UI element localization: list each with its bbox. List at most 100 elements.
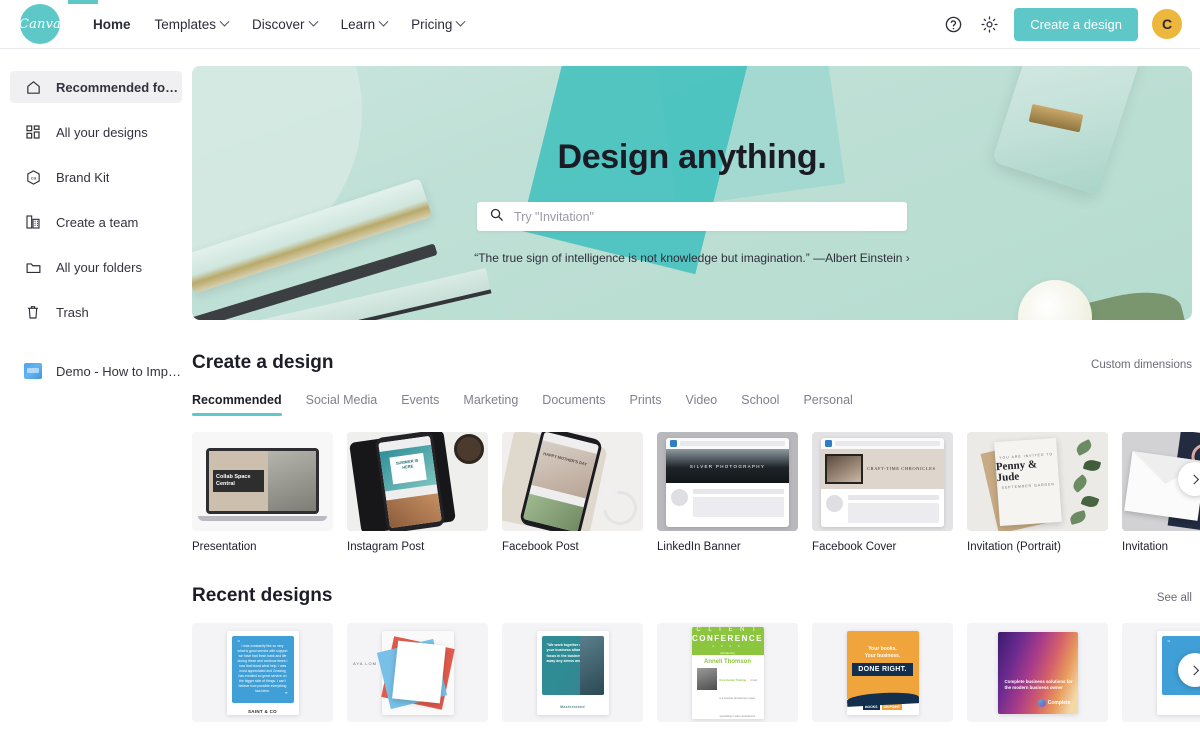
design-thumbnail-icon: [24, 362, 42, 380]
sidebar-item-label: Brand Kit: [56, 169, 110, 185]
tab-prints[interactable]: Prints: [630, 393, 662, 416]
tab-social-media[interactable]: Social Media: [306, 393, 378, 416]
card-thumbnail: SUMMER IS HERE: [347, 432, 488, 531]
chevron-down-icon: [219, 16, 230, 27]
nav-link-pricing-label: Pricing: [411, 16, 453, 32]
design-type-card-facebook-cover[interactable]: CRAFT-TIME CHRONICLES Facebook Cover: [812, 432, 953, 553]
tab-personal[interactable]: Personal: [803, 393, 852, 416]
recent-designs-title: Recent designs: [192, 585, 333, 606]
hero-search-box[interactable]: [477, 202, 907, 231]
card-thumbnail: CRAFT-TIME CHRONICLES: [812, 432, 953, 531]
sidebar-item-label: All your folders: [56, 259, 142, 275]
chevron-down-icon: [308, 16, 319, 27]
main-content: Design anything. “The true sign of intel…: [192, 49, 1200, 738]
sidebar-item-trash[interactable]: Trash: [10, 296, 182, 328]
recent-design-card[interactable]: "We work together and grow your business…: [502, 623, 643, 722]
card-label: LinkedIn Banner: [657, 541, 741, 553]
card-thumbnail: C L I E N T CONFERENCE 2 0 2 0 introduci…: [657, 623, 798, 722]
thumb-art-role: Kore Gender Training: [719, 678, 747, 682]
nav-right-group: Create a design C: [942, 7, 1182, 41]
tab-recommended[interactable]: Recommended: [192, 393, 282, 416]
thumb-art-text: Penny & Jude: [995, 458, 1038, 485]
canva-logo[interactable]: Canva: [19, 4, 61, 44]
thumb-art-text: HAPPY MOTHER'S DAY: [542, 450, 588, 467]
home-icon: [24, 78, 42, 96]
sidebar-item-label: Demo - How to Improve C...: [56, 363, 182, 379]
recent-design-card[interactable]: “ I was constantly like so very what is …: [192, 623, 333, 722]
create-design-tabs: Recommended Social Media Events Marketin…: [192, 393, 1200, 416]
tab-documents[interactable]: Documents: [542, 393, 605, 416]
nav-link-templates[interactable]: Templates: [143, 11, 241, 38]
nav-link-learn[interactable]: Learn: [329, 11, 400, 38]
nav-link-home-label: Home: [93, 16, 131, 32]
chevron-down-icon: [378, 16, 389, 27]
top-navigation-bar: Canva Home Templates Discover Learn Pric…: [0, 0, 1200, 49]
hero-banner: Design anything. “The true sign of intel…: [192, 66, 1192, 320]
sidebar-divider-space: [0, 341, 192, 355]
card-thumbnail: HAPPY MOTHER'S DAY: [502, 432, 643, 531]
recent-design-card[interactable]: Your books. Your business. DONE RIGHT. B…: [812, 623, 953, 722]
card-label: Presentation: [192, 541, 257, 553]
thumb-art-body: Anneli is a business development expert …: [719, 678, 758, 718]
hero-title: Design anything.: [557, 138, 827, 176]
card-thumbnail: Complete business solutions for the mode…: [967, 623, 1108, 722]
sidebar-item-all-your-designs[interactable]: All your designs: [10, 116, 182, 148]
card-label: Invitation: [1122, 541, 1169, 553]
thumb-art-brand: Masterbrand: [560, 705, 585, 709]
recent-designs-card-row: “ I was constantly like so very what is …: [192, 623, 1200, 722]
thumb-art-line1: Your books.: [868, 645, 897, 652]
sidebar-item-label: Recommended for you: [56, 79, 182, 95]
see-all-link[interactable]: See all: [1157, 592, 1192, 604]
sidebar-item-recommended-for-you[interactable]: Recommended for you: [10, 71, 182, 103]
sidebar-item-label: Trash: [56, 304, 89, 320]
tab-school[interactable]: School: [741, 393, 779, 416]
tab-marketing[interactable]: Marketing: [463, 393, 518, 416]
sidebar-item-label: All your designs: [56, 124, 148, 140]
nav-link-home[interactable]: Home: [81, 11, 143, 38]
help-circle-icon[interactable]: [942, 13, 964, 35]
thumb-art-text: Collab Space Central: [213, 470, 264, 492]
thumb-art-title2: CONFERENCE: [691, 633, 763, 643]
sidebar-item-all-your-folders[interactable]: All your folders: [10, 251, 182, 283]
sidebar: Recommended for you All your designs ca …: [0, 49, 192, 738]
search-icon: [489, 207, 504, 227]
thumb-art-text: CRAFT-TIME CHRONICLES: [867, 465, 936, 471]
design-type-card-presentation[interactable]: Collab Space Central Presentation: [192, 432, 333, 553]
thumb-art-text: Complete business solutions for the mode…: [1004, 678, 1073, 691]
thumb-art-brand: SAINT & CO: [247, 708, 277, 714]
thumb-art-text: SILVER PHOTOGRAPHY: [666, 449, 789, 483]
design-type-card-linkedin-banner[interactable]: SILVER PHOTOGRAPHY LinkedIn Banner: [657, 432, 798, 553]
search-input[interactable]: [514, 209, 895, 224]
recent-designs-header: Recent designs See all: [192, 585, 1192, 607]
design-type-card-instagram-post[interactable]: SUMMER IS HERE Instagram Post: [347, 432, 488, 553]
main-nav-links: Home Templates Discover Learn Pricing: [81, 11, 476, 38]
sidebar-item-demo-design[interactable]: Demo - How to Improve C...: [10, 355, 182, 387]
avatar[interactable]: C: [1152, 9, 1182, 39]
recent-design-card[interactable]: Complete business solutions for the mode…: [967, 623, 1108, 722]
gear-icon[interactable]: [978, 13, 1000, 35]
tab-events[interactable]: Events: [401, 393, 439, 416]
folder-icon: [24, 258, 42, 276]
trash-icon: [24, 303, 42, 321]
recent-design-card[interactable]: AYA LOM: [347, 623, 488, 722]
building-icon: [24, 213, 42, 231]
design-type-card-invitation-portrait[interactable]: YOU ARE INVITED TO Penny & Jude SEPTEMBE…: [967, 432, 1108, 553]
sidebar-item-label: Create a team: [56, 214, 139, 230]
nav-link-discover[interactable]: Discover: [240, 11, 329, 38]
card-thumbnail: Collab Space Central: [192, 432, 333, 531]
thumb-art-intro: introducing: [720, 650, 735, 655]
recent-design-card[interactable]: C L I E N T CONFERENCE 2 0 2 0 introduci…: [657, 623, 798, 722]
custom-dimensions-link[interactable]: Custom dimensions: [1091, 359, 1192, 371]
card-label: Facebook Cover: [812, 541, 897, 553]
tab-video[interactable]: Video: [685, 393, 717, 416]
thumb-decor-eucalyptus: [1068, 436, 1102, 526]
card-thumbnail: AYA LOM: [347, 623, 488, 722]
hero-quote-link[interactable]: “The true sign of intelligence is not kn…: [474, 251, 910, 265]
design-type-card-facebook-post[interactable]: HAPPY MOTHER'S DAY Facebook Post: [502, 432, 643, 553]
card-thumbnail: "We work together and grow your business…: [502, 623, 643, 722]
sidebar-item-create-a-team[interactable]: Create a team: [10, 206, 182, 238]
sidebar-item-brand-kit[interactable]: ca Brand Kit: [10, 161, 182, 193]
nav-link-pricing[interactable]: Pricing: [399, 11, 476, 38]
brand-hexagon-icon: ca: [24, 168, 42, 186]
create-a-design-button[interactable]: Create a design: [1014, 7, 1138, 41]
